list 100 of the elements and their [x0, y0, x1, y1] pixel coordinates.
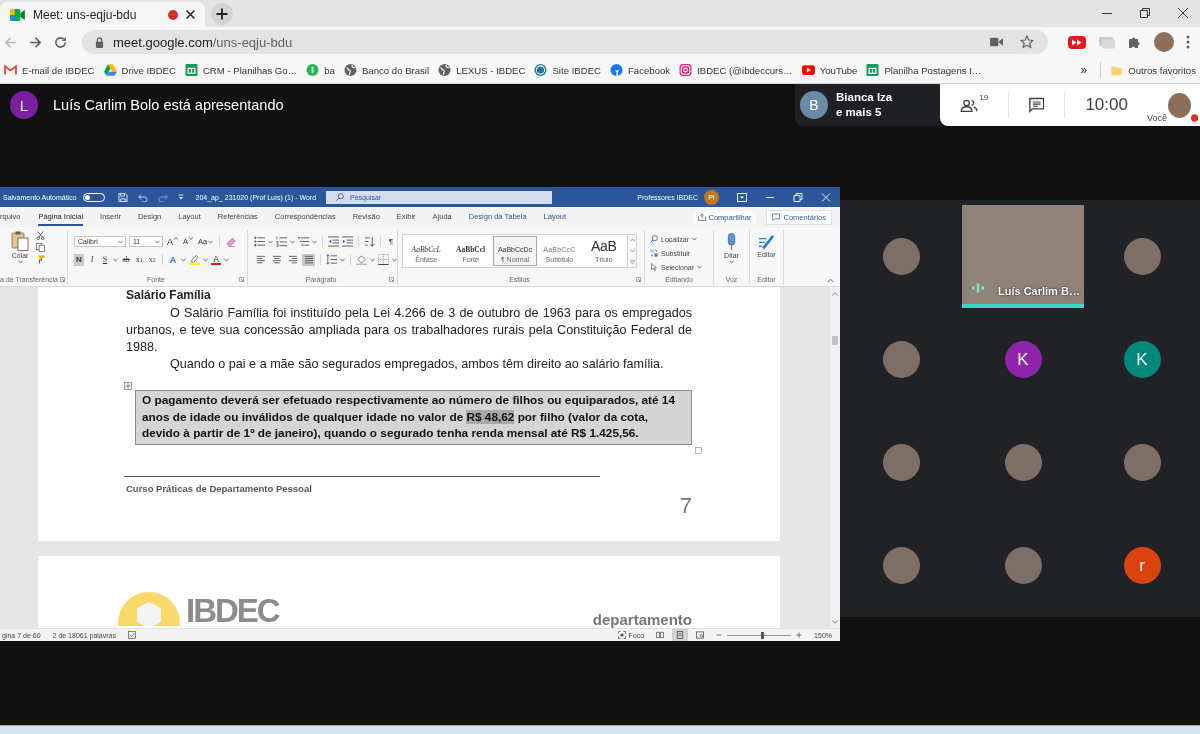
numbered-list-icon[interactable]: [276, 236, 287, 247]
more-bookmarks-button[interactable]: »: [1076, 63, 1092, 77]
share-icon: [697, 213, 706, 221]
caret-icon: [113, 257, 118, 262]
borders-icon[interactable]: [378, 254, 389, 265]
participant-avatar: r: [1123, 547, 1161, 584]
caret-icon: [189, 236, 194, 240]
disc-icon: [306, 64, 320, 76]
close-icon[interactable]: [1178, 8, 1188, 18]
video-placeholder[interactable]: Luís Carlim B…: [962, 205, 1084, 308]
bookmark-link[interactable]: CRM - Planilhas Go…: [184, 64, 298, 76]
profile-photo-placeholder: [1004, 444, 1042, 481]
eraser-icon[interactable]: [225, 236, 237, 247]
search-icon: [650, 235, 658, 243]
disc-icon: [610, 64, 623, 76]
caret-up-icon[interactable]: [832, 292, 838, 296]
bookmark-link[interactable]: IBDEC (@ibdeccurs…: [679, 64, 793, 76]
save-icon[interactable]: [117, 192, 128, 202]
font-color-button[interactable]: A: [211, 254, 221, 265]
ribbon-display-icon[interactable]: [737, 192, 747, 202]
bookmark-link[interactable]: LEXUS - IBDEC: [438, 64, 526, 76]
globe-icon: [438, 64, 452, 76]
bookmark-link[interactable]: Site IBDEC: [534, 64, 601, 76]
star-icon[interactable]: [1020, 35, 1034, 49]
table-move-handle-icon[interactable]: [124, 382, 132, 390]
zoom-in-icon[interactable]: [796, 632, 803, 638]
video-camera-icon[interactable]: [990, 37, 1003, 47]
envelope-icon: [4, 64, 17, 76]
close-icon[interactable]: [186, 10, 195, 19]
dialog-launcher-icon[interactable]: [239, 277, 244, 282]
print-layout-button[interactable]: [672, 629, 689, 641]
profile-photo-placeholder: [1123, 238, 1161, 275]
sort-icon[interactable]: [364, 236, 375, 247]
more-styles-icon[interactable]: [629, 259, 635, 264]
show-formatting-button[interactable]: ¶: [386, 235, 396, 248]
bookmark-link[interactable]: ba: [306, 64, 335, 76]
italic-button[interactable]: I: [87, 253, 97, 266]
new-tab-icon[interactable]: [211, 3, 233, 25]
bookmark-link[interactable]: Banco do Brasil: [343, 64, 430, 76]
bold-button[interactable]: N: [74, 253, 84, 266]
clipboard-icon: [11, 231, 29, 251]
slider-thumb[interactable]: [760, 631, 764, 639]
style-preview: AaB: [591, 239, 617, 253]
scrollbar-thumb[interactable]: [832, 336, 838, 345]
participant-count: 19: [979, 93, 989, 102]
presenter-status: Luís Carlim Bolo está apresentando: [53, 97, 284, 113]
highlighter-icon[interactable]: [189, 254, 200, 265]
browser-tab[interactable]: Meet: uns-eqju-bdu: [0, 2, 205, 27]
web-page-icon: [696, 631, 705, 639]
bookmark-link[interactable]: Drive IBDEC: [103, 64, 176, 76]
text-effects-button[interactable]: A: [168, 253, 178, 266]
video-camera-icon: [10, 8, 25, 21]
participant-avatar: K: [1123, 341, 1161, 378]
dialog-launcher-icon[interactable]: [636, 277, 641, 282]
table-resize-handle-icon[interactable]: [695, 446, 702, 454]
grow-font-button[interactable]: A: [166, 235, 179, 248]
align-center-button[interactable]: [270, 253, 283, 266]
puzzle-icon[interactable]: [1128, 35, 1142, 49]
bookmark-link[interactable]: YouTube: [801, 64, 858, 76]
justify-button[interactable]: [302, 253, 315, 266]
reload-icon[interactable]: [54, 35, 67, 49]
multilevel-list-icon[interactable]: [298, 236, 309, 247]
align-left-button[interactable]: [254, 253, 267, 266]
collapse-ribbon-icon[interactable]: [827, 278, 834, 283]
customize-icon[interactable]: [177, 194, 184, 200]
bookmark-link[interactable]: E-mail de IBDEC: [4, 64, 95, 76]
people-icon[interactable]: [960, 97, 979, 113]
align-right-button[interactable]: [286, 253, 299, 266]
bookmark-link[interactable]: Planilha Postagens I…: [866, 64, 982, 76]
fast-forward-icon[interactable]: [1068, 35, 1086, 49]
copy-icon[interactable]: [36, 243, 45, 252]
dialog-launcher-icon[interactable]: [389, 277, 394, 282]
caret-icon[interactable]: [832, 620, 838, 624]
logo-text: IBDEC: [186, 594, 279, 627]
line-spacing-icon[interactable]: [326, 254, 337, 265]
scissors-icon[interactable]: [36, 231, 45, 240]
profile-photo-placeholder: [882, 238, 920, 275]
forward-icon[interactable]: [29, 35, 42, 49]
underline-button[interactable]: S: [100, 253, 110, 266]
paintbrush-icon[interactable]: [36, 255, 45, 264]
body-paragraph: O Salário Família foi instituído pela Lei 4.266 de 3 de outubro de 1963 para os empregados urbanos, e teve sua concessão ampliada para os trabalhadores rurais pela Constituição Federal de 1988.: [126, 305, 692, 356]
address-bar[interactable]: meet.google.com/uns-eqju-bdu: [82, 30, 1048, 54]
proofing-icon[interactable]: [128, 631, 136, 639]
dialog-launcher-icon[interactable]: [60, 277, 65, 282]
menu-icon[interactable]: [1186, 35, 1190, 49]
bookmark-folder[interactable]: Outros favoritos: [1110, 64, 1196, 76]
decrease-indent-icon[interactable]: [328, 236, 339, 247]
restore-icon[interactable]: [1140, 8, 1150, 18]
undo-icon[interactable]: [137, 192, 148, 202]
increase-indent-icon[interactable]: [342, 236, 353, 247]
pinned-participant-card[interactable]: B Bianca Iza e mais 5: [795, 84, 940, 126]
superscript-button[interactable]: x$^{2}$: [147, 253, 157, 266]
chat-icon[interactable]: [1029, 97, 1045, 113]
profile-photo-placeholder[interactable]: [1154, 32, 1174, 52]
footer-text: Curso Práticas de Departamento Pessoal: [126, 482, 313, 494]
bookmark-link[interactable]: Facebook: [610, 64, 671, 76]
participant-name: Bianca Iza: [836, 90, 893, 105]
header-text: departamento: [592, 612, 692, 628]
bullet-list-icon[interactable]: [254, 236, 265, 247]
more-participants: e mais 5: [836, 105, 883, 120]
